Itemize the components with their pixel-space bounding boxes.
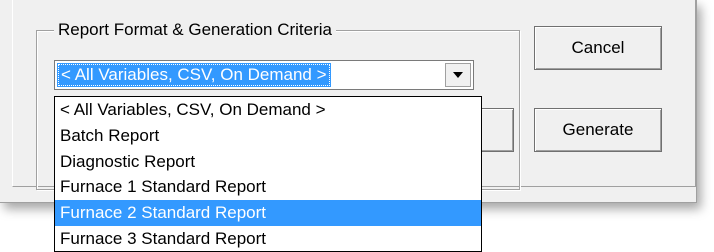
cancel-button[interactable]: Cancel [534,26,662,70]
dropdown-item-batch-report[interactable]: Batch Report [55,123,481,149]
dropdown-item-furnace-1[interactable]: Furnace 1 Standard Report [55,174,481,200]
dropdown-arrow-button[interactable] [445,63,471,87]
screen: Report Format & Generation Criteria < Al… [0,0,714,252]
combobox-selected-value[interactable]: < All Variables, CSV, On Demand > [57,63,331,87]
chevron-down-icon [453,72,463,78]
groupbox-title: Report Format & Generation Criteria [54,20,336,40]
dropdown-item-all-variables[interactable]: < All Variables, CSV, On Demand > [55,97,481,123]
dropdown-item-furnace-3[interactable]: Furnace 3 Standard Report [55,226,481,251]
dropdown-item-diagnostic-report[interactable]: Diagnostic Report [55,149,481,175]
report-format-combobox[interactable]: < All Variables, CSV, On Demand > [54,60,474,90]
dropdown-item-furnace-2[interactable]: Furnace 2 Standard Report [55,200,481,226]
report-format-dropdown-list[interactable]: < All Variables, CSV, On Demand > Batch … [54,96,482,252]
generate-button[interactable]: Generate [534,108,662,152]
